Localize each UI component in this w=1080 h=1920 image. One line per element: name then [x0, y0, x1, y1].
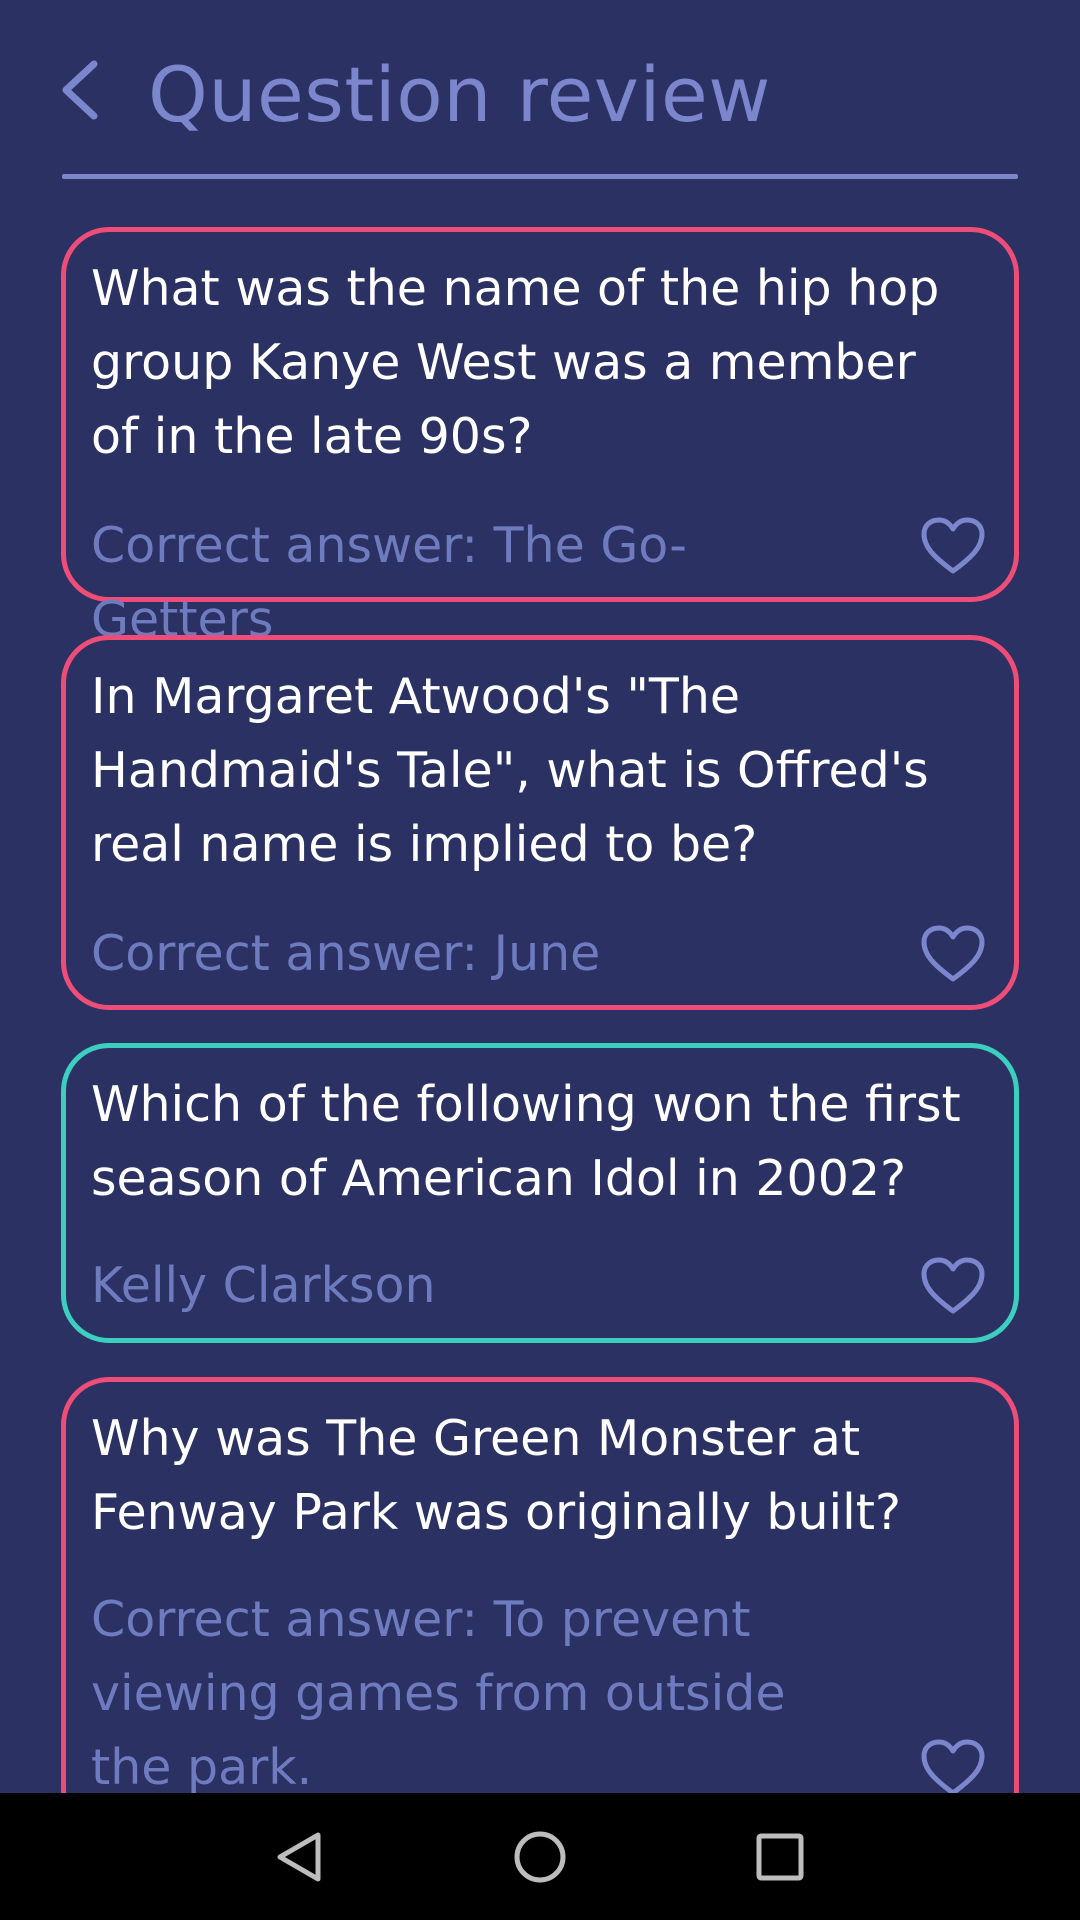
heart-outline-icon	[921, 517, 985, 574]
chevron-left-icon	[62, 60, 98, 120]
answer-text: Correct answer: To prevent viewing games…	[91, 1591, 786, 1793]
header-divider	[62, 174, 1018, 179]
question-text: What was the name of the hip hop group K…	[91, 260, 940, 465]
question-card[interactable]: Which of the following won the first sea…	[61, 1043, 1019, 1343]
circle-home-icon	[514, 1831, 566, 1883]
triangle-back-icon	[277, 1832, 321, 1882]
question-text: Why was The Green Monster at Fenway Park…	[91, 1410, 902, 1541]
square-recents-icon	[756, 1833, 804, 1881]
favorite-button[interactable]	[920, 1256, 986, 1316]
system-navigation-bar	[0, 1793, 1080, 1920]
favorite-button[interactable]	[920, 516, 986, 576]
heart-outline-icon	[921, 1739, 985, 1793]
favorite-button[interactable]	[920, 924, 986, 984]
nav-back-button[interactable]	[264, 1821, 336, 1893]
answer-text: Correct answer: June	[91, 925, 601, 982]
question-card[interactable]: In Margaret Atwood's "The Handmaid's Tal…	[61, 635, 1019, 1010]
question-text: In Margaret Atwood's "The Handmaid's Tal…	[91, 668, 929, 873]
nav-recents-button[interactable]	[744, 1821, 816, 1893]
answer-text: Kelly Clarkson	[91, 1257, 436, 1314]
back-button[interactable]	[50, 55, 110, 125]
question-list[interactable]: What was the name of the hip hop group K…	[0, 225, 1080, 1793]
question-card[interactable]: What was the name of the hip hop group K…	[61, 227, 1019, 648]
nav-home-button[interactable]	[504, 1821, 576, 1893]
question-card[interactable]: Why was The Green Monster at Fenway Park…	[61, 1377, 1019, 1793]
favorite-button[interactable]	[920, 1738, 986, 1793]
header: Question review	[0, 0, 1080, 180]
question-text: Which of the following won the first sea…	[91, 1076, 961, 1207]
heart-outline-icon	[921, 1257, 985, 1314]
heart-outline-icon	[921, 925, 985, 982]
question-review-screen: Question review What was the name of the…	[0, 0, 1080, 1920]
page-title: Question review	[148, 50, 771, 139]
